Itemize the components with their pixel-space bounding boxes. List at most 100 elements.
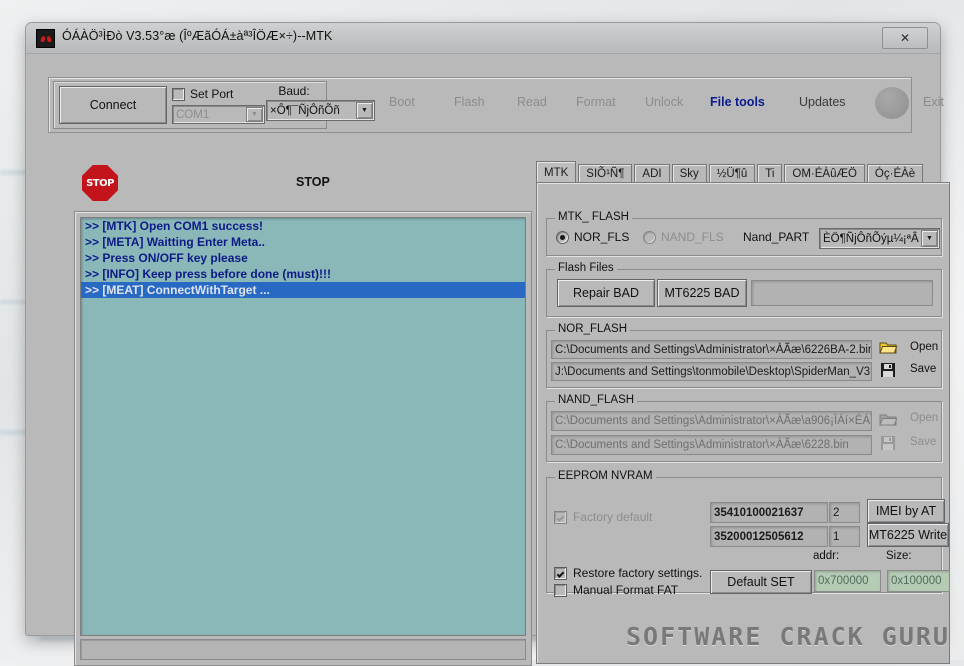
log-line[interactable]: >> Press ON/OFF key please [81, 250, 525, 266]
repair-bad-button[interactable]: Repair BAD [557, 279, 655, 307]
menu-item-format[interactable]: Format [576, 95, 616, 109]
tab-om[interactable]: OM·ÉÀûÆÖ [784, 164, 865, 183]
application-window: ÓÁÀÖ³ÌÐò V3.53°æ (ÎºÆãÓÁ±àª³ÎÖÆ×÷)--MTK … [25, 22, 950, 666]
nand-save-path-field[interactable]: C:\Documents and Settings\Administrator\… [551, 435, 872, 455]
imei-2-count-field[interactable]: 1 [829, 526, 860, 547]
menu-item-unlock[interactable]: Unlock [645, 95, 683, 109]
imei-1-count-field[interactable]: 2 [829, 502, 860, 523]
nor-save-path-field[interactable]: J:\Documents and Settings\tonmobile\Desk… [551, 362, 872, 381]
nand-fls-label: NAND_FLS [661, 230, 724, 244]
mtk-flash-group-title: MTK_ FLASH [555, 211, 632, 223]
set-port-checkbox[interactable] [172, 87, 185, 101]
progress-bar [80, 639, 526, 660]
spiderman-mask-icon [36, 29, 55, 48]
menu-item-exit[interactable]: Exit [923, 95, 944, 109]
flash-files-group: Flash Files Repair BAD MT6225 BAD [546, 262, 942, 317]
com-port-select[interactable]: COM1 ▼ [172, 105, 265, 124]
tab-yu[interactable]: Óç·ÉÀè [866, 164, 924, 183]
menu-item-flash[interactable]: Flash [454, 95, 485, 109]
nor-flash-group: NOR_FLASH C:\Documents and Settings\Admi… [546, 323, 942, 388]
nor-fls-label: NOR_FLS [574, 230, 630, 244]
factory-default-label: Factory default [573, 510, 653, 524]
open-folder-icon [878, 411, 898, 427]
nor-open-button[interactable]: Open [910, 341, 938, 353]
baud-control: Baud: ×Ô¶¯ÑjÔñÕñ ▼ [266, 84, 375, 121]
tab-strip: MTK SIÕ¹Ñ¶ ADI Sky ½Ü¶û Ti OM·ÉÀûÆÖ Óç·É… [536, 161, 925, 183]
log-line[interactable]: >> [META] Waitting Enter Meta.. [81, 234, 525, 250]
menu-item-updates[interactable]: Updates [799, 95, 846, 109]
nand-part-select[interactable]: ÈÖ¶ÑjÔñÕýµ¼¡ªÂ ▼ [819, 228, 940, 249]
status-label: STOP [296, 175, 330, 189]
baud-value: ×Ô¶¯ÑjÔñÕñ [270, 104, 340, 117]
tab-content-mtk: MTK_ FLASH NOR_FLS NAND_FLS Nand_PART ÈÖ… [536, 182, 950, 664]
eeprom-group-title: EEPROM NVRAM [555, 470, 656, 482]
chevron-down-icon: ▼ [246, 107, 263, 122]
nand-part-value: ÈÖ¶ÑjÔñÕýµ¼¡ªÂ [823, 232, 919, 245]
mtk-flash-group: MTK_ FLASH NOR_FLS NAND_FLS Nand_PART ÈÖ… [546, 211, 942, 256]
flash-files-status-field[interactable] [751, 280, 933, 306]
log-line[interactable]: >> [INFO] Keep press before done (must)!… [81, 266, 525, 282]
main-menu: Boot Flash Read Format Unlock File tools… [337, 78, 944, 130]
log-panel: >> [MTK] Open COM1 success! >> [META] Wa… [74, 211, 532, 666]
eeprom-nvram-group: EEPROM NVRAM Factory default 35410100021… [546, 470, 950, 597]
addr-label: addr: [813, 550, 840, 562]
tab-jie[interactable]: ½Ü¶û [708, 164, 756, 183]
tab-mtk[interactable]: MTK [536, 161, 577, 183]
nand-flash-group-title: NAND_FLASH [555, 394, 638, 406]
menu-item-boot[interactable]: Boot [389, 95, 415, 109]
imei-by-at-button[interactable]: IMEI by AT [867, 499, 945, 523]
nor-fls-radio[interactable] [556, 230, 569, 244]
tab-ti[interactable]: Ti [757, 164, 783, 183]
stop-sign-text: STOP [82, 165, 118, 201]
tab-si[interactable]: SIÕ¹Ñ¶ [578, 164, 633, 183]
connect-button[interactable]: Connect [59, 86, 167, 124]
nand-open-path-field[interactable]: C:\Documents and Settings\Administrator\… [551, 411, 872, 431]
nor-flash-group-title: NOR_FLASH [555, 323, 631, 335]
menu-item-file-tools[interactable]: File tools [710, 95, 765, 109]
status-indicator-lamp [875, 87, 909, 119]
tab-sky[interactable]: Sky [671, 164, 707, 183]
title-bar[interactable]: ÓÁÀÖ³ÌÐò V3.53°æ (ÎºÆãÓÁ±àª³ÎÖÆ×÷)--MTK … [26, 23, 940, 54]
manual-format-fat-label: Manual Format FAT [573, 583, 679, 597]
mt6225-bad-button[interactable]: MT6225 BAD [657, 279, 747, 307]
chevron-down-icon: ▼ [921, 230, 938, 247]
nand-flash-group: NAND_FLASH C:\Documents and Settings\Adm… [546, 394, 942, 462]
nand-fls-radio[interactable] [643, 230, 656, 244]
manual-format-fat-checkbox[interactable] [554, 583, 567, 597]
menu-item-read[interactable]: Read [517, 95, 547, 109]
stop-sign-icon: STOP [82, 165, 118, 201]
imei-2-field[interactable]: 35200012505612 [710, 526, 828, 547]
connection-group: Connect Set Port COM1 ▼ Baud: ×Ô¶¯ÑjÔñÕñ [53, 81, 375, 129]
floppy-disk-icon [879, 434, 897, 452]
window-title: ÓÁÀÖ³ÌÐò V3.53°æ (ÎºÆãÓÁ±àª³ÎÖÆ×÷)--MTK [62, 29, 333, 43]
default-set-button[interactable]: Default SET [710, 570, 812, 594]
close-icon[interactable]: ✕ [882, 27, 928, 49]
flash-files-group-title: Flash Files [555, 262, 617, 274]
com-port-value: COM1 [176, 108, 210, 121]
addr-field[interactable]: 0x700000 [814, 570, 881, 592]
floppy-disk-icon[interactable] [879, 361, 897, 379]
watermark: SOFTWARE CRACK GURU [626, 622, 950, 651]
baud-label: Baud: [278, 84, 310, 98]
restore-factory-settings-checkbox[interactable] [554, 566, 567, 580]
restore-factory-settings-label: Restore factory settings. [573, 566, 703, 580]
nand-save-button: Save [910, 436, 937, 448]
log-list[interactable]: >> [MTK] Open COM1 success! >> [META] Wa… [80, 217, 526, 636]
log-line[interactable]: >> [MTK] Open COM1 success! [81, 218, 525, 234]
log-line-selected[interactable]: >> [MEAT] ConnectWithTarget ... [81, 282, 525, 298]
nor-open-path-field[interactable]: C:\Documents and Settings\Administrator\… [551, 340, 872, 359]
chipset-tab-panel: MTK SIÕ¹Ñ¶ ADI Sky ½Ü¶û Ti OM·ÉÀûÆÖ Óç·É… [536, 161, 950, 664]
size-label: Size: [886, 550, 912, 562]
open-folder-icon[interactable] [878, 339, 898, 356]
nor-save-button[interactable]: Save [910, 363, 936, 375]
set-port-label: Set Port [190, 87, 234, 101]
mt6225-write-button[interactable]: MT6225 Write [867, 523, 949, 547]
set-port-control: Set Port COM1 ▼ [172, 86, 265, 124]
imei-1-field[interactable]: 35410100021637 [710, 502, 828, 523]
size-field[interactable]: 0x100000 [887, 570, 950, 592]
command-toolbar: Connect Set Port COM1 ▼ Baud: ×Ô¶¯ÑjÔñÕñ [48, 77, 944, 133]
nand-part-label: Nand_PART [743, 230, 810, 244]
tab-adi[interactable]: ADI [634, 164, 670, 183]
window-client-area: Connect Set Port COM1 ▼ Baud: ×Ô¶¯ÑjÔñÕñ [31, 54, 950, 666]
factory-default-checkbox [554, 510, 567, 524]
